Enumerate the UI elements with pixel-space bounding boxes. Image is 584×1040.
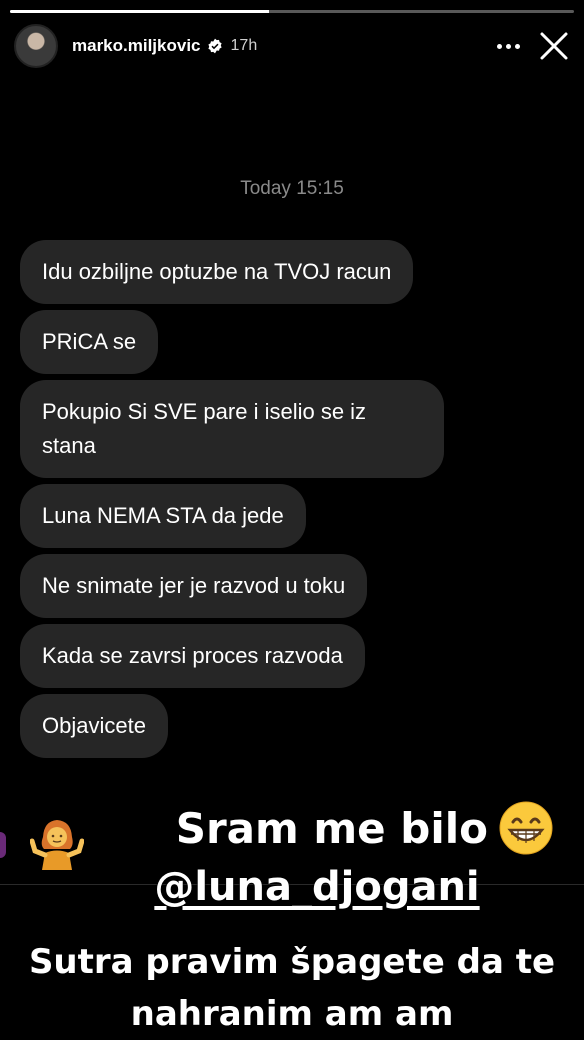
overlay-text-line-1: Sram me bilo — [176, 800, 554, 856]
overlay-text-line-3: Sutra pravim špagete da te nahranim am a… — [0, 936, 584, 1040]
grinning-face-icon — [499, 801, 553, 855]
sender-avatar — [0, 832, 6, 858]
overlay-caption: nahranim am am — [130, 994, 454, 1034]
post-time: 17h — [230, 37, 258, 54]
message-bubble: Luna NEMA STA da jede — [20, 484, 306, 548]
message-list: Idu ozbiljne optuzbe na TVOJ racun PRiCA… — [20, 240, 490, 758]
message-bubble: Objavicete — [20, 694, 168, 758]
story-header: marko.miljkovic 17h — [14, 20, 570, 72]
close-icon — [540, 32, 568, 60]
message-bubble: Idu ozbiljne optuzbe na TVOJ racun — [20, 240, 414, 304]
username[interactable]: marko.miljkovic — [72, 36, 201, 56]
message-bubble: Ne snimate jer je razvod u toku — [20, 554, 368, 618]
more-icon — [496, 43, 520, 49]
close-button[interactable] — [538, 30, 570, 62]
overlay-caption: Sutra pravim špagete da te — [28, 942, 556, 982]
avatar[interactable] — [14, 24, 58, 68]
story-progress-fill — [10, 10, 270, 13]
story-progress-bar — [10, 10, 574, 13]
chat-timestamp: Today 15:15 — [240, 178, 344, 199]
message-bubble: Kada se zavrsi proces razvoda — [20, 624, 365, 688]
overlay-caption: Sram me bilo — [175, 803, 488, 853]
person-shrugging-icon — [30, 820, 84, 870]
mention-link[interactable]: @luna_djogani — [154, 864, 479, 910]
verified-badge-icon — [207, 38, 222, 54]
message-bubble: PRiCA se — [20, 310, 159, 374]
more-options-button[interactable] — [492, 30, 524, 62]
message-bubble: Pokupio Si SVE pare i iselio se iz stana — [20, 380, 444, 478]
overlay-mention-line: @luna_djogani — [0, 864, 584, 910]
